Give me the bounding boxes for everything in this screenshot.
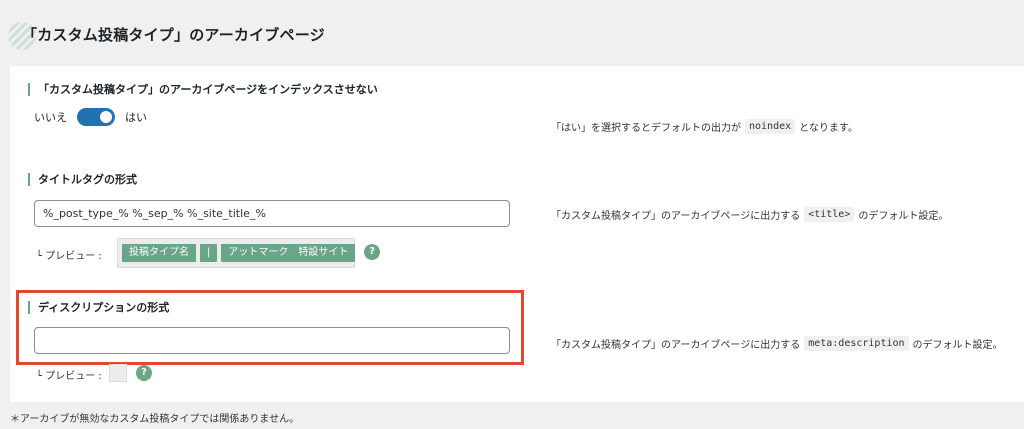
title-tag-section-title: タイトルタグの形式 [28,173,137,186]
preview-chip-separator: | [200,244,218,262]
title-code: <title> [804,207,855,222]
title-tag-input[interactable] [34,200,510,227]
title-desc-suffix: のデフォルト設定。 [858,211,949,222]
preview-chip-post-type: 投稿タイプ名 [122,244,196,262]
page-header: 「カスタム投稿タイプ」のアーカイブページ [0,0,1024,66]
title-help-icon[interactable]: ? [364,244,380,260]
title-preview-box: 投稿タイプ名 | アットマーク 特設サイト [117,238,356,268]
noindex-desc-text: 「はい」を選択するとデフォルトの出力が [551,123,741,134]
description-help-icon[interactable]: ? [136,365,152,381]
description-desc-text: 「カスタム投稿タイプ」のアーカイブページに出力する [551,340,801,351]
title-tag-description: 「カスタム投稿タイプ」のアーカイブページに出力する <title> のデフォルト… [551,207,948,222]
toggle-off-label: いいえ [34,111,67,124]
description-description: 「カスタム投稿タイプ」のアーカイブページに出力する meta:descripti… [551,336,1003,351]
title-preview-label: └ プレビュー : [36,251,102,262]
description-desc-suffix: のデフォルト設定。 [912,340,1003,351]
preview-chip-site-title: アットマーク 特設サイト [221,244,356,262]
noindex-toggle-row: いいえ はい [34,108,147,126]
noindex-description: 「はい」を選択するとデフォルトの出力が noindex となります。 [551,119,858,134]
description-preview-label: └ プレビュー : [36,371,102,382]
noindex-desc-suffix: となります。 [799,123,858,134]
toggle-knob [100,111,112,123]
noindex-code: noindex [745,119,796,134]
noindex-section-title: 「カスタム投稿タイプ」のアーカイブページをインデックスさせない [28,83,378,96]
noindex-toggle-switch[interactable] [77,108,115,126]
highlight-box [16,290,524,365]
description-preview-box [109,364,127,382]
toggle-on-label: はい [125,111,147,124]
footnote: ＊アーカイブが無効なカスタム投稿タイプでは関係ありません。 [10,414,300,425]
description-code: meta:description [804,336,909,351]
title-desc-text: 「カスタム投稿タイプ」のアーカイブページに出力する [551,211,801,222]
page-title: 「カスタム投稿タイプ」のアーカイブページ [22,26,325,44]
